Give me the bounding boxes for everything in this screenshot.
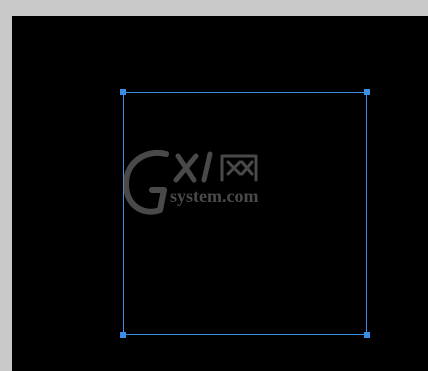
app-frame: system.com [0, 0, 428, 371]
resize-handle-bottom-right[interactable] [364, 332, 370, 338]
resize-handle-top-right[interactable] [364, 89, 370, 95]
resize-handle-bottom-left[interactable] [120, 332, 126, 338]
svg-text:system.com: system.com [170, 186, 258, 206]
resize-handle-top-left[interactable] [120, 89, 126, 95]
gxi-watermark-logo: system.com [123, 149, 258, 215]
document-canvas[interactable]: system.com [12, 16, 428, 371]
